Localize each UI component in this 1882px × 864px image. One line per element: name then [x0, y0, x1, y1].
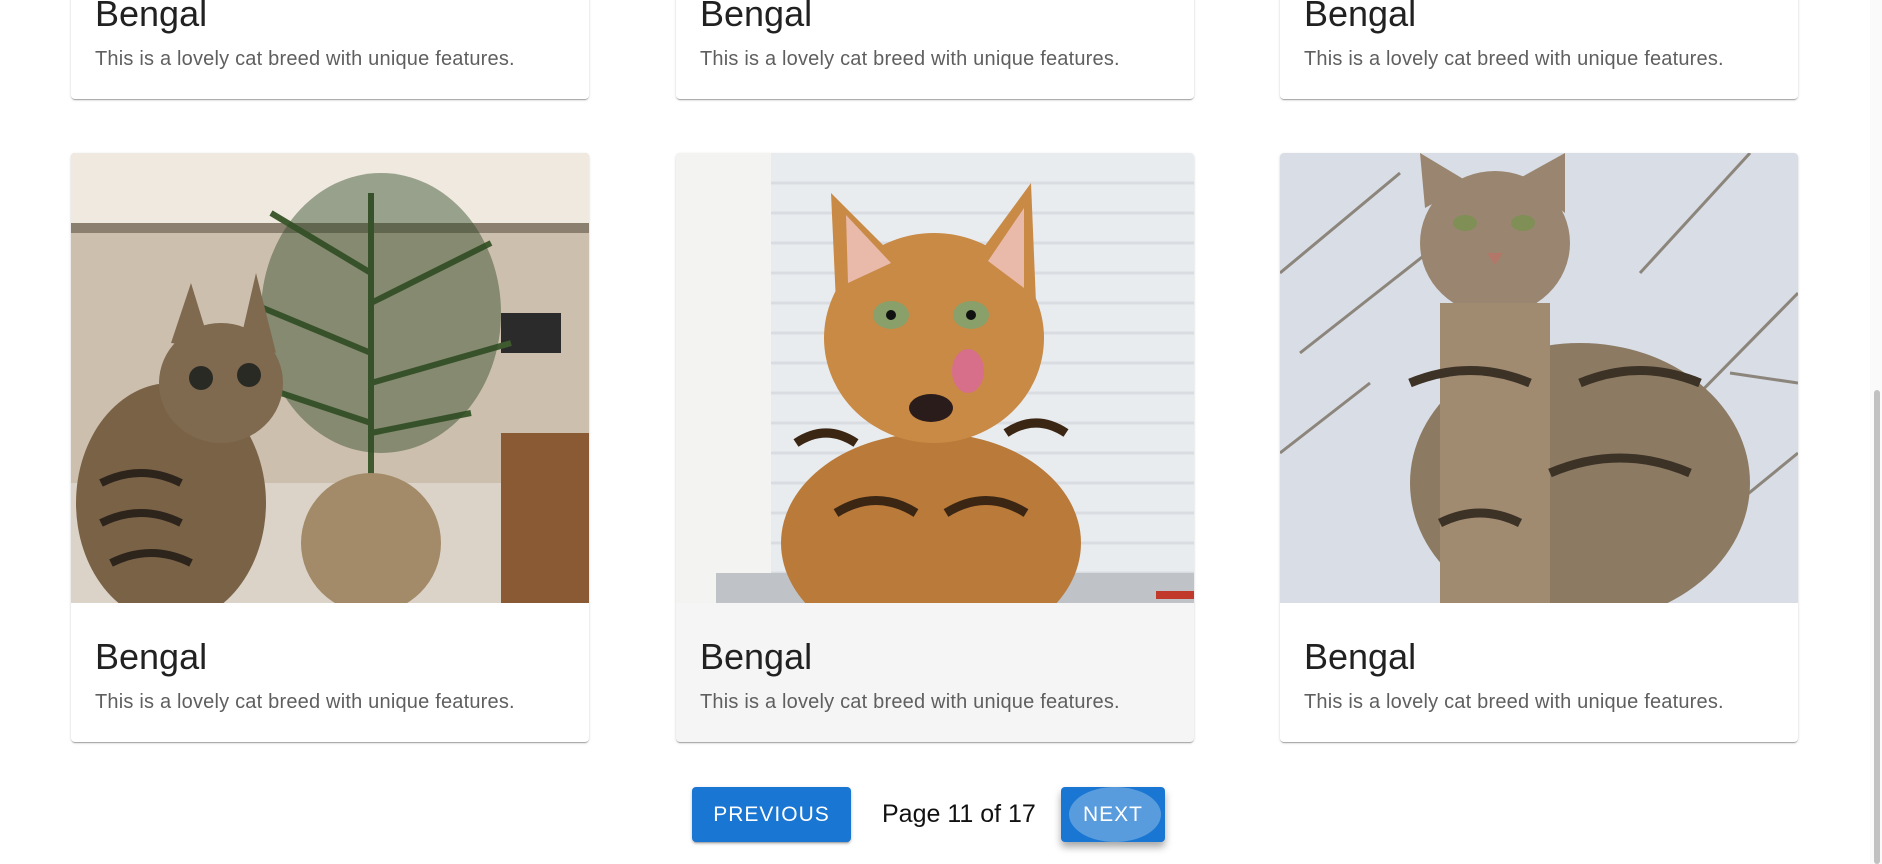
next-button-label: NEXT — [1082, 802, 1143, 826]
card-description: This is a lovely cat breed with unique f… — [700, 48, 1120, 70]
cat-card[interactable]: Bengal This is a lovely cat breed with u… — [1280, 0, 1798, 99]
cat-sitting-outdoors-photo — [1280, 153, 1798, 603]
card-title: Bengal — [95, 0, 208, 34]
cat-licking-photo — [676, 153, 1194, 603]
cat-card[interactable]: Bengal This is a lovely cat breed with u… — [676, 153, 1194, 742]
card-title: Bengal — [700, 636, 813, 677]
card-title: Bengal — [95, 636, 208, 677]
next-button[interactable]: NEXT — [1061, 787, 1165, 842]
card-title: Bengal — [1304, 0, 1417, 34]
card-title: Bengal — [1304, 636, 1417, 677]
cat-card[interactable]: Bengal This is a lovely cat breed with u… — [71, 0, 589, 99]
scrollbar-thumb[interactable] — [1874, 390, 1880, 864]
card-description: This is a lovely cat breed with unique f… — [95, 48, 515, 70]
scrollbar-track[interactable] — [1870, 0, 1882, 864]
card-description: This is a lovely cat breed with unique f… — [1304, 691, 1724, 713]
cat-card[interactable]: Bengal This is a lovely cat breed with u… — [1280, 153, 1798, 742]
cat-card[interactable]: Bengal This is a lovely cat breed with u… — [676, 0, 1194, 99]
cat-card[interactable]: Bengal This is a lovely cat breed with u… — [71, 153, 589, 742]
page-indicator: Page 11 of 17 — [882, 800, 1036, 828]
card-description: This is a lovely cat breed with unique f… — [1304, 48, 1724, 70]
card-title: Bengal — [700, 0, 813, 34]
cat-with-plant-photo — [71, 153, 589, 603]
card-description: This is a lovely cat breed with unique f… — [700, 691, 1120, 713]
card-description: This is a lovely cat breed with unique f… — [95, 691, 515, 713]
previous-button[interactable]: PREVIOUS — [692, 787, 851, 842]
